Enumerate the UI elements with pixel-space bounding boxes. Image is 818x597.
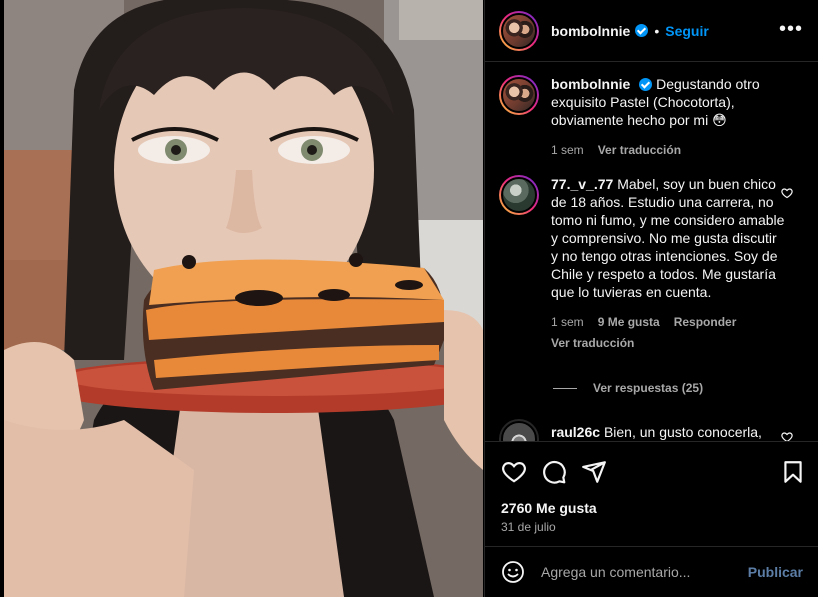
comment-body: raul26c Bien, un gusto conocerla, <box>551 423 787 441</box>
comment-translate-row: Ver traducción <box>551 334 787 352</box>
comment-like-heart-icon[interactable] <box>781 431 793 441</box>
likes-count[interactable]: 2760 Me gusta <box>501 500 597 516</box>
caption-avatar[interactable] <box>499 75 539 115</box>
view-replies-label: Ver respuestas (25) <box>593 381 704 395</box>
comment-translate-link[interactable]: Ver traducción <box>551 334 634 352</box>
comments-list[interactable]: bombolnnie Degustando otro exquisito Pas… <box>485 63 818 441</box>
view-replies-button[interactable]: Ver respuestas (25) <box>553 381 703 395</box>
comment-item: 77._v_.77 Mabel, soy un buen chico de 18… <box>499 175 807 352</box>
comment-time[interactable]: 1 sem <box>551 313 584 331</box>
save-bookmark-icon[interactable] <box>780 459 806 485</box>
author-username[interactable]: bombolnnie <box>551 23 630 39</box>
commenter-avatar[interactable] <box>499 175 539 215</box>
verified-badge-icon <box>635 24 649 37</box>
comment-username[interactable]: 77._v_.77 <box>551 176 613 192</box>
post-header: bombolnnie • Seguir ••• <box>485 0 818 62</box>
post-sidebar: bombolnnie • Seguir ••• bombolnnie Degus… <box>484 0 818 597</box>
more-options-icon[interactable]: ••• <box>779 19 803 39</box>
comment-likes[interactable]: 9 Me gusta <box>598 313 660 331</box>
comment-meta: 1 sem 9 Me gusta Responder <box>551 313 787 331</box>
author-avatar[interactable] <box>499 10 539 51</box>
comment-text: Bien, un gusto conocerla, <box>603 424 762 440</box>
comment-composer: Publicar <box>485 546 818 597</box>
post-image <box>4 0 483 597</box>
like-heart-icon[interactable] <box>501 459 527 485</box>
caption-translate-link[interactable]: Ver traducción <box>598 141 681 159</box>
action-bar: 2760 Me gusta 31 de julio <box>485 441 818 545</box>
comment-username[interactable]: raul26c <box>551 424 600 440</box>
verified-badge-icon <box>639 78 653 91</box>
commenter-avatar[interactable] <box>499 419 539 441</box>
reply-button[interactable]: Responder <box>674 313 737 331</box>
comment-like-heart-icon[interactable] <box>781 187 793 199</box>
comment-input[interactable] <box>541 564 737 580</box>
comment-text: Mabel, soy un buen chico de 18 años. Est… <box>551 176 785 300</box>
header-separator: • <box>654 22 660 39</box>
comment-body: 77._v_.77 Mabel, soy un buen chico de 18… <box>551 175 787 352</box>
share-send-icon[interactable] <box>581 459 607 485</box>
comment-item: raul26c Bien, un gusto conocerla, <box>499 419 807 441</box>
caption-meta: 1 sem Ver traducción <box>551 141 787 159</box>
emoji-picker-icon[interactable] <box>501 560 525 584</box>
post-date[interactable]: 31 de julio <box>501 520 556 534</box>
caption-body: bombolnnie Degustando otro exquisito Pas… <box>551 75 787 159</box>
caption-time[interactable]: 1 sem <box>551 141 584 159</box>
post-photo[interactable] <box>4 0 483 597</box>
comment-bubble-icon[interactable] <box>541 459 567 485</box>
publish-button[interactable]: Publicar <box>748 564 803 580</box>
caption-username[interactable]: bombolnnie <box>551 76 630 92</box>
follow-button[interactable]: Seguir <box>665 23 709 39</box>
caption: bombolnnie Degustando otro exquisito Pas… <box>499 75 807 159</box>
replies-divider <box>553 387 577 389</box>
